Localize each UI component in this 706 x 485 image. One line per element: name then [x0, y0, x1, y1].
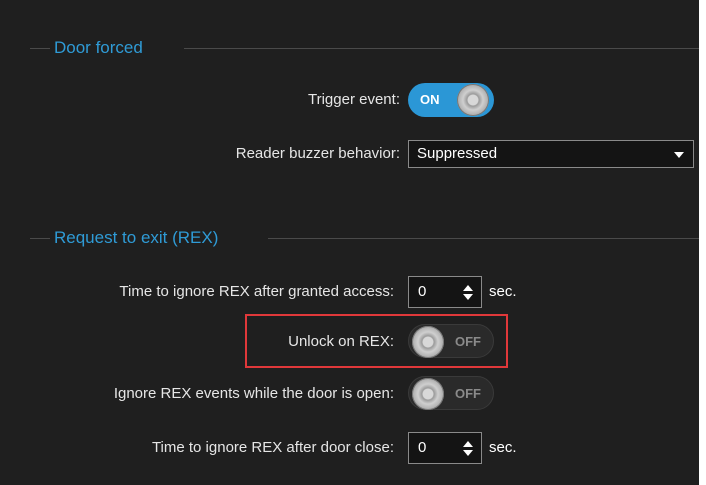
door-settings-panel: Door forced Trigger event: ON Reader buz…: [0, 0, 699, 485]
toggle-state-text: OFF: [455, 334, 481, 349]
unlock-on-rex-toggle[interactable]: OFF: [408, 324, 494, 358]
spinner-down-icon[interactable]: [463, 294, 473, 300]
spinner-down-icon[interactable]: [463, 450, 473, 456]
spinner-up-icon[interactable]: [463, 285, 473, 291]
ignore-after-granted-spinner[interactable]: 0: [408, 276, 482, 308]
ignore-after-granted-label: Time to ignore REX after granted access:: [119, 283, 394, 300]
toggle-knob-icon: [412, 326, 444, 358]
spinner-arrows[interactable]: [463, 441, 473, 457]
toggle-state-text: OFF: [455, 386, 481, 401]
spinner-arrows[interactable]: [463, 285, 473, 301]
reader-buzzer-label: Reader buzzer behavior:: [235, 145, 400, 162]
ignore-while-open-label: Ignore REX events while the door is open…: [113, 385, 394, 402]
toggle-knob-icon: [457, 84, 489, 116]
trigger-event-label: Trigger event:: [308, 91, 400, 108]
chevron-down-icon: [674, 152, 684, 158]
ignore-after-close-label: Time to ignore REX after door close:: [151, 439, 394, 456]
section-divider-left: [30, 48, 50, 49]
ignore-after-granted-unit: sec.: [489, 283, 517, 300]
ignore-while-open-toggle[interactable]: OFF: [408, 376, 494, 410]
trigger-event-toggle[interactable]: ON: [408, 83, 494, 117]
spinner-value: 0: [418, 439, 427, 456]
section-divider-left: [30, 238, 50, 239]
ignore-after-close-unit: sec.: [489, 439, 517, 456]
unlock-on-rex-label: Unlock on REX:: [288, 333, 394, 350]
reader-buzzer-dropdown[interactable]: Suppressed: [408, 140, 694, 168]
dropdown-selected-value: Suppressed: [417, 145, 498, 162]
toggle-knob-icon: [412, 378, 444, 410]
section-title-door-forced: Door forced: [54, 38, 143, 57]
section-divider-right: [184, 48, 699, 49]
section-title-rex: Request to exit (REX): [54, 228, 219, 247]
section-divider-right: [268, 238, 699, 239]
ignore-after-close-spinner[interactable]: 0: [408, 432, 482, 464]
spinner-value: 0: [418, 283, 427, 300]
toggle-state-text: ON: [420, 92, 440, 107]
spinner-up-icon[interactable]: [463, 441, 473, 447]
